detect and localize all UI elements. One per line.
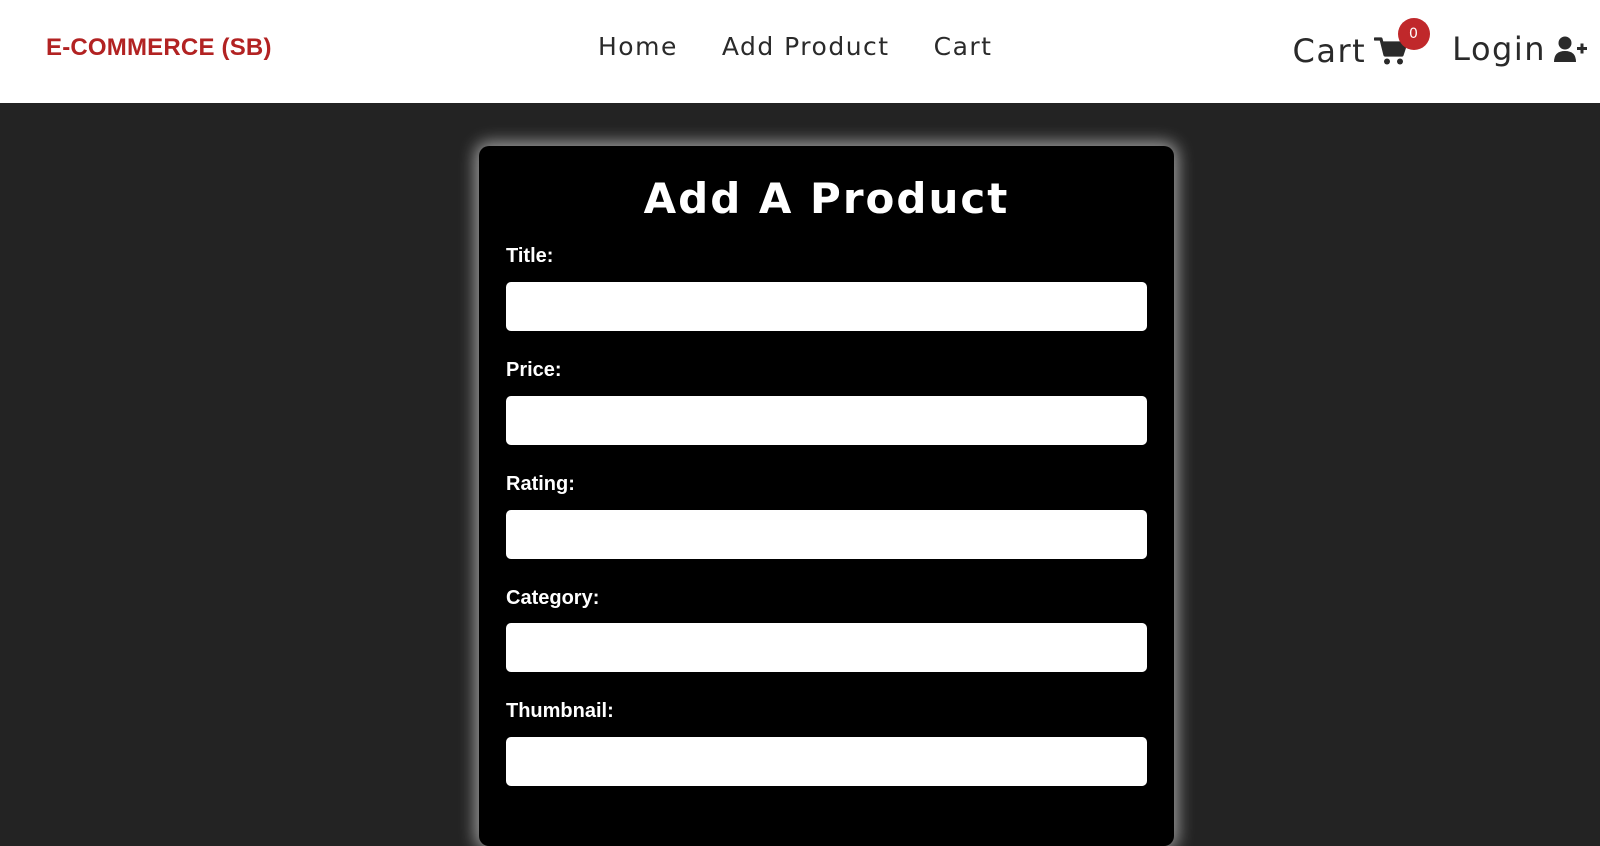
title-label: Title: bbox=[506, 245, 554, 267]
cart-count-badge: 0 bbox=[1398, 18, 1431, 50]
nav-link-home[interactable]: Home bbox=[598, 32, 678, 61]
add-product-form: Add A Product Title: Price: Rating: Cate… bbox=[479, 146, 1174, 846]
thumbnail-label: Thumbnail: bbox=[506, 700, 614, 722]
navbar: E-COMMERCE (SB) Home Add Product Cart Ca… bbox=[0, 0, 1600, 103]
user-plus-icon bbox=[1554, 36, 1587, 62]
form-title: Add A Product bbox=[643, 174, 1010, 223]
category-input[interactable] bbox=[506, 623, 1147, 672]
nav-actions: Cart 0 Login bbox=[1292, 18, 1588, 70]
brand-logo-link[interactable]: E-COMMERCE (SB) bbox=[46, 34, 272, 62]
cart-label: Cart bbox=[1292, 32, 1367, 70]
thumbnail-input[interactable] bbox=[506, 737, 1147, 786]
nav-link-add-product[interactable]: Add Product bbox=[722, 32, 890, 61]
login-label: Login bbox=[1452, 30, 1546, 68]
nav-link-cart[interactable]: Cart bbox=[934, 32, 993, 61]
rating-input[interactable] bbox=[506, 510, 1147, 559]
title-input[interactable] bbox=[506, 282, 1147, 331]
rating-label: Rating: bbox=[506, 473, 575, 495]
category-label: Category: bbox=[506, 587, 600, 609]
price-input[interactable] bbox=[506, 396, 1147, 445]
login-button[interactable]: Login bbox=[1452, 30, 1588, 68]
nav-links: Home Add Product Cart bbox=[598, 32, 1036, 61]
cart-button[interactable]: Cart 0 bbox=[1292, 18, 1431, 70]
price-label: Price: bbox=[506, 359, 562, 381]
